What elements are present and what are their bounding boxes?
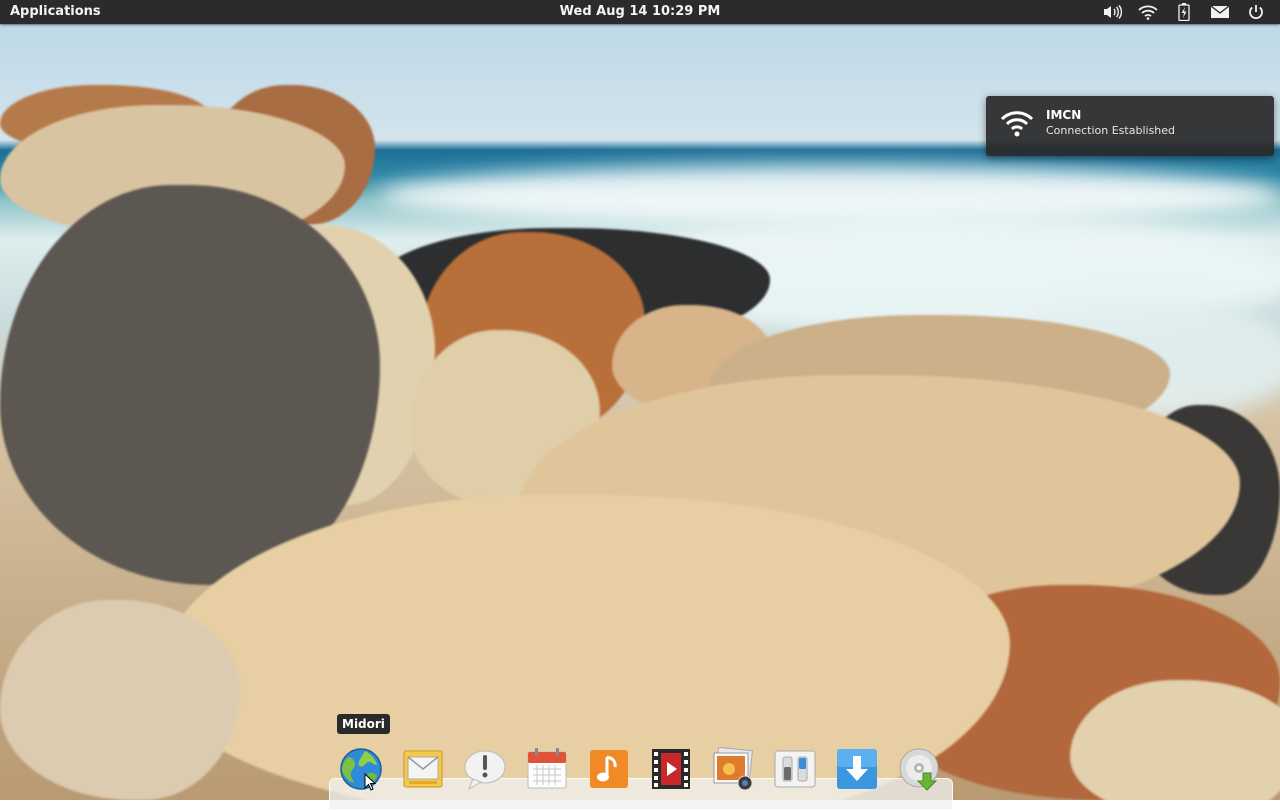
- dock-item-feedback[interactable]: [461, 745, 509, 793]
- notification-title: IMCN: [1046, 108, 1082, 122]
- dock-item-system-settings[interactable]: [771, 745, 819, 793]
- dock-item-mail[interactable]: [399, 745, 447, 793]
- battery-icon[interactable]: [1166, 2, 1202, 22]
- indicator-area: [1094, 2, 1274, 22]
- dock-item-music[interactable]: [585, 745, 633, 793]
- dock: [0, 745, 1280, 795]
- wifi-icon[interactable]: [1130, 2, 1166, 22]
- top-panel: Applications Wed Aug 14 10:29 PM: [0, 0, 1280, 24]
- photos-icon: [713, 747, 753, 791]
- video-player-icon: [652, 749, 690, 789]
- web-browser-icon: [340, 748, 382, 790]
- wifi-icon: [1000, 108, 1034, 142]
- calendar-icon: [527, 748, 567, 789]
- dock-item-videos[interactable]: [647, 745, 695, 793]
- dock-item-calendar[interactable]: [523, 745, 571, 793]
- notification-body: Connection Established: [1046, 124, 1176, 137]
- dock-item-photos[interactable]: [709, 745, 757, 793]
- music-icon: [590, 750, 628, 788]
- power-icon[interactable]: [1238, 2, 1274, 22]
- speech-bubble-icon: [464, 750, 506, 791]
- notification-bubble[interactable]: IMCN Connection Established: [986, 96, 1274, 156]
- mouse-cursor-icon: [364, 772, 377, 795]
- dock-tooltip: Midori: [337, 714, 390, 734]
- dock-item-disc-installer[interactable]: [895, 745, 943, 793]
- dock-item-midori[interactable]: [337, 745, 385, 793]
- settings-toggles-icon: [774, 750, 816, 788]
- dock-item-software-center[interactable]: [833, 745, 881, 793]
- applications-menu-button[interactable]: Applications: [10, 4, 101, 19]
- download-arrow-icon: [837, 749, 877, 789]
- mail-icon[interactable]: [1202, 2, 1238, 22]
- clock-indicator[interactable]: Wed Aug 14 10:29 PM: [560, 4, 721, 19]
- volume-icon[interactable]: [1094, 2, 1130, 22]
- mail-client-icon: [403, 750, 443, 788]
- disc-install-icon: [899, 748, 939, 791]
